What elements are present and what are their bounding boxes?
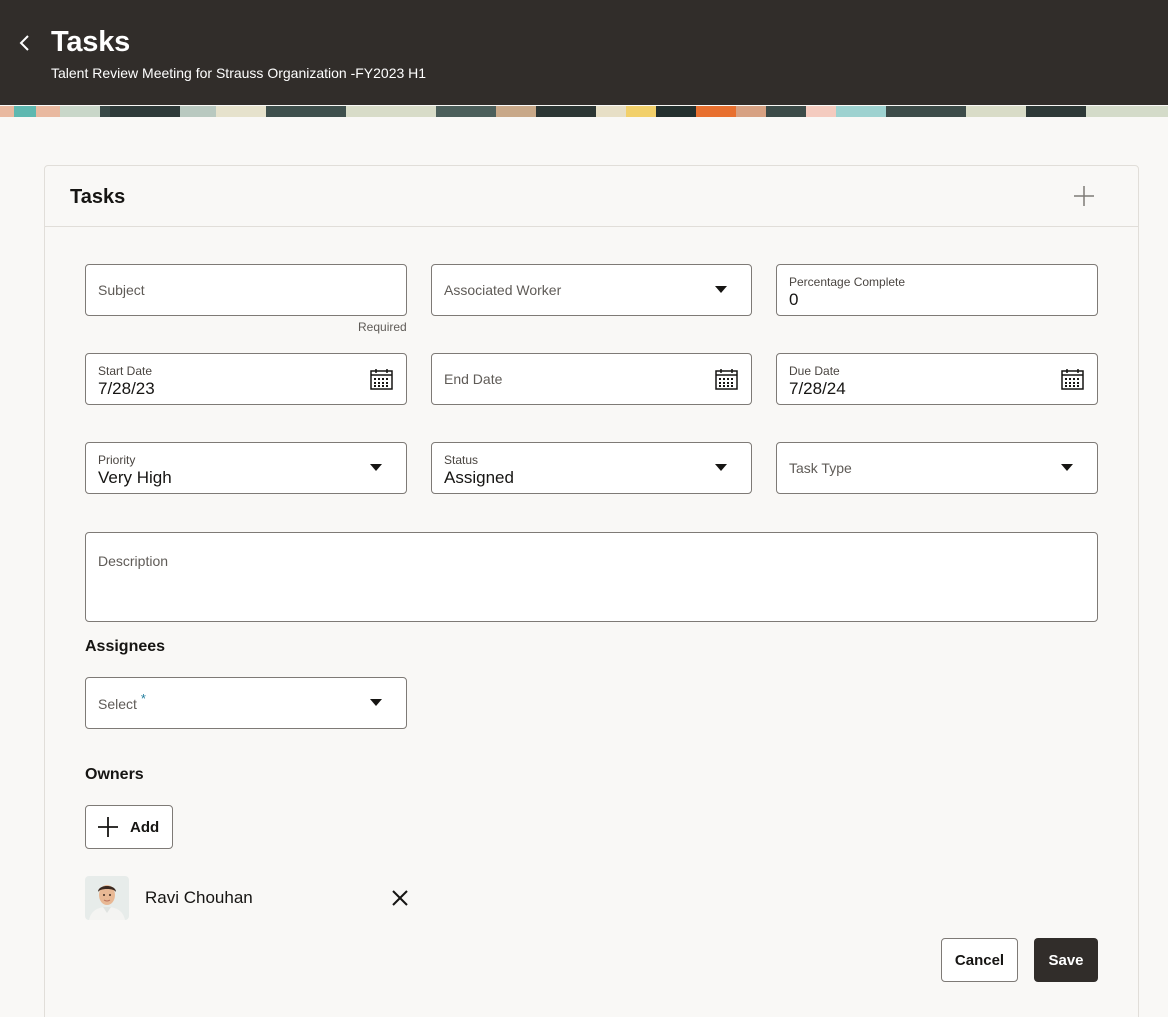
caret-down-icon[interactable] (715, 286, 727, 293)
add-owner-label: Add (130, 818, 160, 836)
plus-icon (1074, 186, 1094, 206)
percentage-complete-label: Percentage Complete (789, 275, 906, 289)
card-title: Tasks (70, 186, 126, 208)
save-button[interactable]: Save (1034, 938, 1098, 982)
task-type-select[interactable]: Task Type (776, 442, 1098, 494)
calendar-icon[interactable] (370, 368, 393, 390)
end-date-label: End Date (444, 371, 503, 387)
banner-pattern-image (0, 106, 1168, 117)
close-icon (392, 890, 408, 906)
status-select[interactable]: Status Assigned (431, 442, 752, 494)
assignees-heading: Assignees (85, 638, 166, 655)
page-title: Tasks (51, 26, 131, 58)
due-date-field[interactable]: Due Date 7/28/24 (776, 353, 1098, 405)
assignees-select-label: Select * (98, 691, 146, 712)
calendar-icon[interactable] (715, 368, 738, 390)
description-label: Description (98, 553, 169, 569)
subject-required-note: Required (358, 320, 407, 334)
decorative-banner (0, 105, 1168, 117)
percentage-complete-value: 0 (789, 290, 799, 309)
back-button[interactable] (12, 30, 38, 56)
caret-down-icon[interactable] (1061, 464, 1073, 471)
owner-name: Ravi Chouhan (145, 888, 253, 907)
subject-label: Subject (98, 282, 145, 298)
add-task-button[interactable] (1072, 184, 1096, 208)
plus-icon (98, 817, 118, 837)
description-textarea[interactable]: Description (85, 532, 1098, 622)
required-asterisk: * (140, 691, 146, 706)
assignees-select[interactable]: Select * (85, 677, 407, 729)
remove-owner-button[interactable] (390, 888, 410, 908)
due-date-label: Due Date (789, 364, 840, 378)
avatar (85, 876, 129, 920)
start-date-label: Start Date (98, 364, 153, 378)
start-date-field[interactable]: Start Date 7/28/23 (85, 353, 407, 405)
caret-down-icon[interactable] (715, 464, 727, 471)
caret-down-icon[interactable] (370, 464, 382, 471)
subject-field[interactable]: Subject (85, 264, 407, 316)
page-header: Tasks Talent Review Meeting for Strauss … (0, 0, 1168, 105)
chevron-left-icon (19, 35, 29, 51)
priority-select[interactable]: Priority Very High (85, 442, 407, 494)
priority-label: Priority (98, 453, 136, 467)
owners-heading: Owners (85, 766, 144, 783)
card-header: Tasks (45, 166, 1138, 227)
person-avatar-image (85, 876, 129, 920)
cancel-button[interactable]: Cancel (941, 938, 1018, 982)
associated-worker-select[interactable]: Associated Worker (431, 264, 752, 316)
calendar-icon[interactable] (1061, 368, 1084, 390)
caret-down-icon[interactable] (370, 699, 382, 706)
status-label: Status (444, 453, 479, 467)
end-date-field[interactable]: End Date (431, 353, 752, 405)
associated-worker-label: Associated Worker (444, 282, 562, 298)
task-type-label: Task Type (789, 460, 852, 476)
select-text: Select (98, 696, 137, 712)
percentage-complete-field[interactable]: Percentage Complete 0 (776, 264, 1098, 316)
status-value: Assigned (444, 468, 514, 487)
add-owner-button[interactable]: Add (85, 805, 173, 849)
due-date-value: 7/28/24 (789, 379, 846, 398)
start-date-value: 7/28/23 (98, 379, 155, 398)
priority-value: Very High (98, 468, 172, 487)
page-subtitle: Talent Review Meeting for Strauss Organi… (51, 65, 427, 81)
